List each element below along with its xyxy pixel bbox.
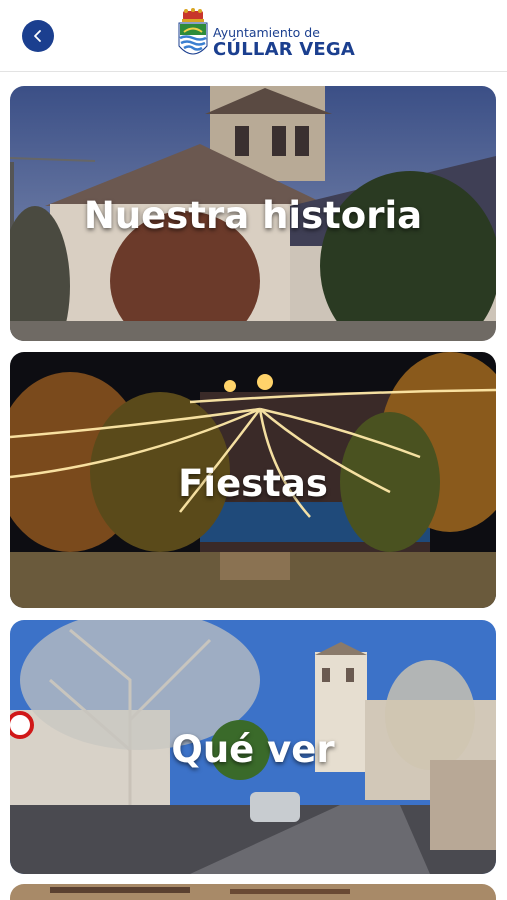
next-card-photo [10, 884, 496, 900]
chevron-left-icon [34, 30, 41, 42]
card-next-partial[interactable] [10, 884, 496, 900]
coat-of-arms-icon [178, 8, 208, 55]
card-title: Fiestas [178, 462, 328, 505]
card-fiestas[interactable]: Fiestas [10, 352, 496, 608]
logo-subtitle: Ayuntamiento de [213, 25, 320, 40]
back-button[interactable] [22, 20, 54, 52]
app-header: Ayuntamiento de CÚLLAR VEGA [0, 0, 507, 72]
card-title: Qué ver [171, 728, 335, 771]
card-nuestra-historia[interactable]: Nuestra historia [10, 86, 496, 341]
municipality-logo: Ayuntamiento de CÚLLAR VEGA [176, 8, 355, 66]
card-title: Nuestra historia [83, 194, 423, 237]
logo-title: CÚLLAR VEGA [213, 39, 355, 60]
card-que-ver[interactable]: Qué ver [10, 620, 496, 874]
